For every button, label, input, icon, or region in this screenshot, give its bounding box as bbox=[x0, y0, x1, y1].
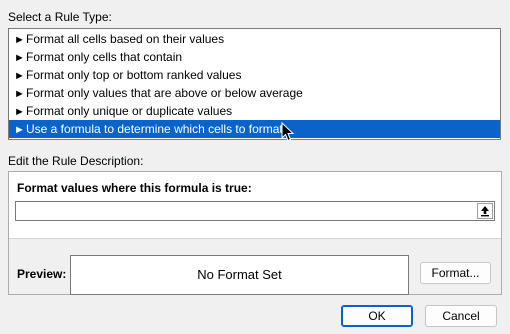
description-label-text: Edit the Rule Description: bbox=[8, 154, 144, 168]
format-button-label: Format... bbox=[431, 266, 480, 280]
arrow-right-icon: ► bbox=[14, 124, 25, 136]
rule-item-label: Format only values that are above or bel… bbox=[26, 86, 303, 100]
collapse-dialog-icon bbox=[481, 206, 489, 217]
preview-box: No Format Set bbox=[70, 255, 409, 295]
rule-item-all-cells[interactable]: ►Format all cells based on their values bbox=[9, 30, 500, 48]
collapse-dialog-button[interactable] bbox=[477, 203, 493, 219]
ok-button-label: OK bbox=[368, 309, 386, 323]
cancel-button[interactable]: Cancel bbox=[425, 305, 497, 327]
description-label: Edit the Rule Description: bbox=[8, 154, 143, 168]
rule-type-label-text: Select a Rule Type: bbox=[8, 10, 112, 24]
format-button[interactable]: Format... bbox=[420, 262, 491, 284]
rule-item-label: Format all cells based on their values bbox=[26, 32, 225, 46]
rule-item-top-bottom[interactable]: ►Format only top or bottom ranked values bbox=[9, 66, 500, 84]
divider bbox=[9, 238, 501, 239]
mouse-pointer-icon bbox=[281, 122, 295, 142]
rule-type-label: Select a Rule Type: bbox=[8, 10, 112, 24]
arrow-right-icon: ► bbox=[14, 88, 25, 100]
rule-item-cells-contain[interactable]: ►Format only cells that contain bbox=[9, 48, 500, 66]
rule-item-label: Format only unique or duplicate values bbox=[26, 104, 233, 118]
rule-item-above-below-average[interactable]: ►Format only values that are above or be… bbox=[9, 84, 500, 102]
ok-button[interactable]: OK bbox=[341, 305, 413, 327]
formula-label: Format values where this formula is true… bbox=[17, 181, 252, 195]
rule-type-list[interactable]: ►Format all cells based on their values … bbox=[8, 28, 501, 140]
arrow-right-icon: ► bbox=[14, 52, 25, 64]
arrow-right-icon: ► bbox=[14, 70, 25, 82]
rule-item-use-formula[interactable]: ►Use a formula to determine which cells … bbox=[9, 120, 500, 138]
rule-item-unique-duplicate[interactable]: ►Format only unique or duplicate values bbox=[9, 102, 500, 120]
arrow-right-icon: ► bbox=[14, 34, 25, 46]
rule-item-label: Format only cells that contain bbox=[26, 50, 183, 64]
preview-label: Preview: bbox=[17, 267, 67, 281]
cancel-button-label: Cancel bbox=[442, 309, 480, 323]
preview-text: No Format Set bbox=[197, 267, 282, 282]
formula-input[interactable] bbox=[15, 201, 495, 221]
arrow-right-icon: ► bbox=[14, 106, 25, 118]
rule-description-panel: Format values where this formula is true… bbox=[8, 171, 502, 295]
rule-item-label: Format only top or bottom ranked values bbox=[26, 68, 242, 82]
rule-item-label: Use a formula to determine which cells t… bbox=[26, 122, 283, 136]
